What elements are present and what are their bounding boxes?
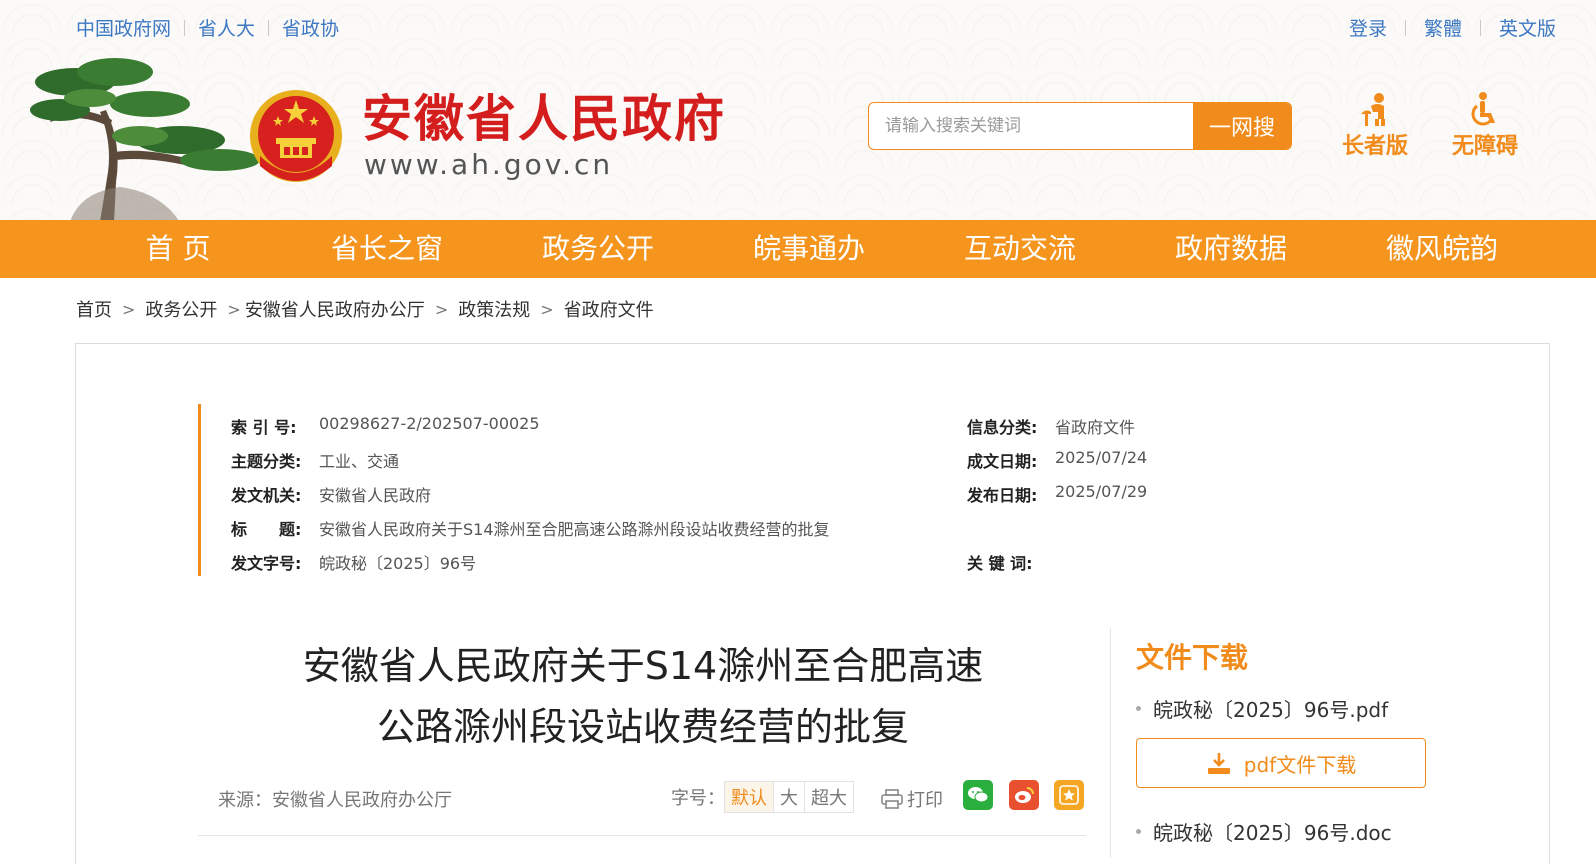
main-nav: 首 页 省长之窗 政务公开 皖事通办 互动交流 政府数据 徽风皖韵	[0, 220, 1596, 278]
breadcrumb-policies[interactable]: 政策法规	[458, 296, 530, 322]
wheelchair-icon	[1471, 92, 1495, 126]
wechat-icon	[968, 787, 989, 803]
link-provincial-congress[interactable]: 省人大	[185, 14, 268, 41]
document-title-line-2: 公路滁州段设站收费经营的批复	[376, 705, 909, 749]
wechat-share-button[interactable]	[963, 780, 993, 810]
pdf-download-button[interactable]: pdf文件下载	[1136, 738, 1426, 788]
chevron-right-icon: >	[122, 299, 136, 319]
login-link[interactable]: 登录	[1331, 14, 1405, 41]
breadcrumb-general-office[interactable]: 安徽省人民政府办公厅	[245, 296, 425, 322]
site-header: 中国政府网 省人大 省政协 登录 繁體 英文版 安徽省人民政府 www.ah.g…	[0, 0, 1596, 222]
nav-government-affairs[interactable]: 政务公开	[508, 220, 688, 278]
national-emblem-icon	[250, 90, 342, 182]
nav-governor[interactable]: 省长之窗	[297, 220, 477, 278]
nav-home[interactable]: 首 页	[88, 220, 268, 278]
document-metadata: 索 引 号: 00298627-2/202507-00025 主题分类: 工业、…	[198, 404, 1201, 576]
link-gov-cn[interactable]: 中国政府网	[76, 14, 184, 41]
weibo-share-button[interactable]	[1009, 780, 1039, 810]
nav-culture[interactable]: 徽风皖韵	[1352, 220, 1532, 278]
document-source: 来源：安徽省人民政府办公厅	[218, 790, 452, 811]
font-size-xlarge-button[interactable]: 超大	[804, 781, 854, 813]
download-icon	[1207, 753, 1230, 774]
meta-index: 索 引 号: 00298627-2/202507-00025	[231, 414, 540, 437]
breadcrumb-home[interactable]: 首页	[76, 296, 112, 322]
font-size-switcher: 字号： 默认 大 超大	[671, 781, 854, 813]
printer-icon	[881, 789, 903, 809]
meta-topic: 主题分类: 工业、交通	[231, 452, 400, 471]
downloads-title: 文件下载	[1136, 641, 1249, 674]
bullet-icon	[1136, 829, 1141, 834]
elder-mode-label: 长者版	[1341, 134, 1408, 159]
meta-document-number: 发文字号: 皖政秘〔2025〕96号	[231, 554, 477, 573]
chevron-right-icon: >	[227, 299, 241, 319]
meta-keywords: 关 键 词:	[967, 554, 1033, 573]
site-url: www.ah.gov.cn	[364, 148, 614, 181]
divider	[198, 835, 1086, 836]
chevron-right-icon: >	[434, 299, 449, 319]
elder-icon	[1361, 93, 1385, 126]
print-button[interactable]: 打印	[881, 786, 943, 812]
bullet-icon	[1136, 706, 1141, 711]
link-provincial-cppcc[interactable]: 省政协	[269, 14, 352, 41]
meta-title: 标 题: 安徽省人民政府关于S14滁州至合肥高速公路滁州段设站收费经营的批复	[231, 520, 830, 539]
top-links-right: 登录 繁體 英文版	[1331, 14, 1556, 41]
weibo-icon	[1015, 787, 1034, 803]
breadcrumb-government-affairs[interactable]: 政务公开	[145, 296, 217, 322]
traditional-chinese-link[interactable]: 繁體	[1406, 14, 1480, 41]
nav-services[interactable]: 皖事通办	[719, 220, 899, 278]
download-file-doc-name: 皖政秘〔2025〕96号.doc	[1153, 821, 1392, 845]
nav-government-data[interactable]: 政府数据	[1141, 220, 1321, 278]
font-size-label: 字号：	[671, 788, 725, 809]
search-button[interactable]: 一网搜	[1193, 103, 1291, 149]
print-label: 打印	[907, 790, 943, 811]
search-input[interactable]	[869, 103, 1193, 149]
document-title: 安徽省人民政府关于S14滁州至合肥高速 公路滁州段设站收费经营的批复	[198, 636, 1088, 758]
pine-tree-image	[30, 58, 260, 222]
meta-written-date: 成文日期: 2025/07/24	[967, 448, 1148, 471]
elder-mode-button[interactable]: 长者版	[1330, 92, 1420, 160]
search-box: 一网搜	[868, 102, 1292, 150]
english-link[interactable]: 英文版	[1481, 14, 1556, 41]
meta-published-date: 发布日期: 2025/07/29	[967, 482, 1148, 505]
download-file-pdf-name: 皖政秘〔2025〕96号.pdf	[1153, 698, 1389, 722]
star-icon	[1059, 785, 1079, 805]
nav-interaction[interactable]: 互动交流	[930, 220, 1110, 278]
pdf-download-label: pdf文件下载	[1243, 752, 1357, 777]
chevron-right-icon: >	[540, 299, 554, 319]
download-file-doc[interactable]: 皖政秘〔2025〕96号.doc	[1136, 817, 1392, 846]
download-file-pdf[interactable]: 皖政秘〔2025〕96号.pdf	[1136, 694, 1388, 723]
top-links-left: 中国政府网 省人大 省政协	[76, 14, 352, 41]
breadcrumb: 首页 > 政务公开 > 安徽省人民政府办公厅 > 政策法规 > 省政府文件	[76, 296, 654, 322]
breadcrumb-provincial-documents[interactable]: 省政府文件	[564, 296, 654, 322]
favorite-button[interactable]	[1054, 780, 1084, 810]
meta-category: 信息分类: 省政府文件	[967, 418, 1136, 437]
sidebar-divider	[1110, 628, 1111, 858]
site-title[interactable]: 安徽省人民政府	[362, 88, 726, 150]
meta-issuer: 发文机关: 安徽省人民政府	[231, 486, 432, 505]
accessibility-label: 无障碍	[1451, 134, 1518, 159]
document-title-line-1: 安徽省人民政府关于S14滁州至合肥高速	[302, 644, 984, 688]
font-size-default-button[interactable]: 默认	[724, 781, 774, 813]
accessibility-button[interactable]: 无障碍	[1440, 92, 1530, 160]
font-size-large-button[interactable]: 大	[773, 781, 805, 813]
